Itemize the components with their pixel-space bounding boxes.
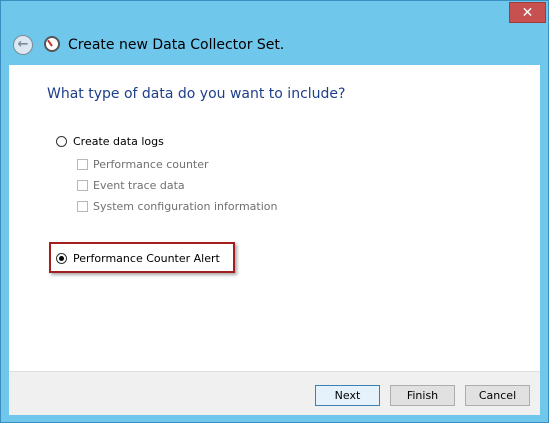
wizard-title: Create new Data Collector Set. — [68, 37, 285, 53]
cancel-button[interactable]: Cancel — [465, 385, 530, 406]
radio-create-data-logs[interactable]: Create data logs — [56, 135, 164, 148]
checkbox-label: Event trace data — [93, 179, 185, 192]
back-arrow-icon: ← — [17, 37, 29, 52]
checkbox-event-trace-data[interactable]: Event trace data — [77, 179, 185, 192]
wizard-content: What type of data do you want to include… — [9, 65, 540, 371]
radio-button[interactable] — [56, 253, 67, 264]
performance-monitor-icon — [44, 36, 60, 52]
wizard-window: ✕ ← Create new Data Collector Set. What … — [0, 0, 549, 423]
radio-button[interactable] — [56, 136, 67, 147]
finish-button[interactable]: Finish — [390, 385, 455, 406]
close-button[interactable]: ✕ — [509, 2, 546, 23]
checkbox[interactable] — [77, 201, 88, 212]
checkbox-label: Performance counter — [93, 158, 209, 171]
wizard-footer: Next Finish Cancel — [9, 371, 540, 415]
checkbox-label: System configuration information — [93, 200, 278, 213]
checkbox-performance-counter[interactable]: Performance counter — [77, 158, 209, 171]
radio-label: Performance Counter Alert — [73, 252, 220, 265]
checkbox[interactable] — [77, 180, 88, 191]
page-heading: What type of data do you want to include… — [47, 86, 346, 102]
radio-performance-counter-alert[interactable]: Performance Counter Alert — [56, 252, 220, 265]
checkbox[interactable] — [77, 159, 88, 170]
next-button[interactable]: Next — [315, 385, 380, 406]
radio-label: Create data logs — [73, 135, 164, 148]
checkbox-system-configuration[interactable]: System configuration information — [77, 200, 277, 213]
back-button[interactable]: ← — [13, 35, 33, 55]
close-icon: ✕ — [521, 4, 534, 21]
